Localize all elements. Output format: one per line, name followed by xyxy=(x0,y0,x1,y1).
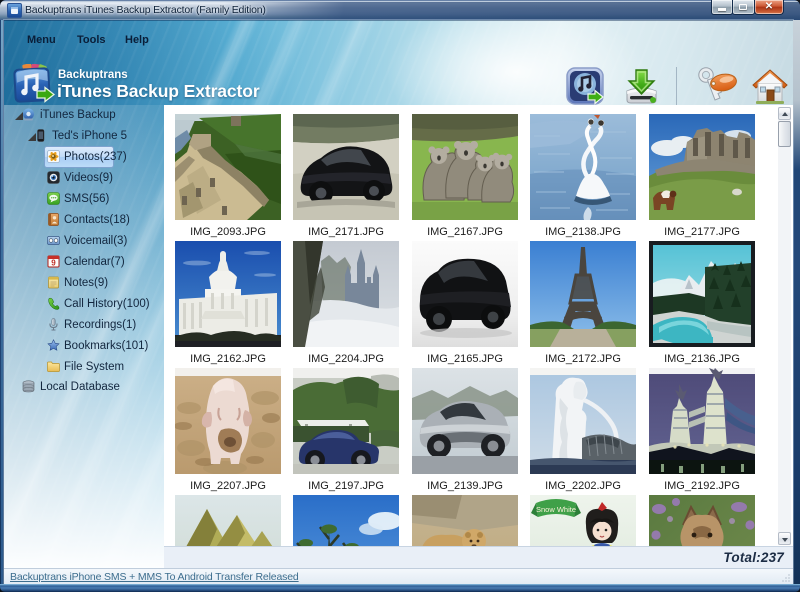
svg-text:9: 9 xyxy=(51,259,56,268)
svg-text:Snow White: Snow White xyxy=(536,505,576,514)
